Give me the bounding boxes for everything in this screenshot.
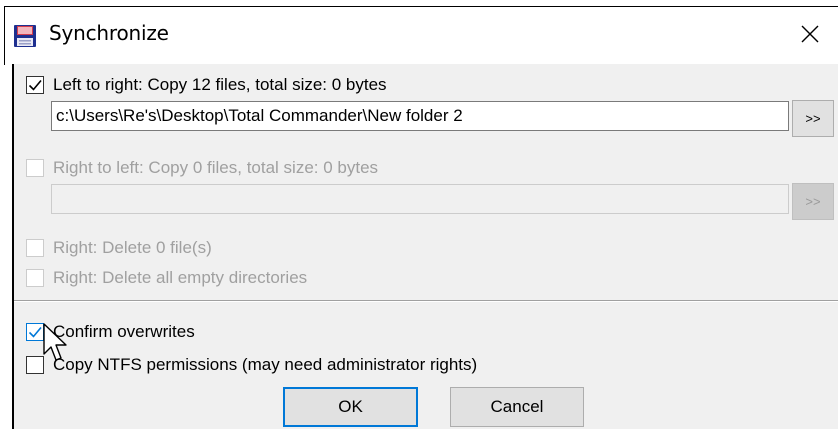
- cancel-button[interactable]: Cancel: [450, 387, 584, 427]
- window-title: Synchronize: [49, 21, 169, 45]
- floppy-disk-icon: [13, 24, 37, 48]
- right-delete-empty-dirs-checkbox[interactable]: [26, 269, 44, 287]
- confirm-overwrites-label[interactable]: Confirm overwrites: [53, 322, 195, 342]
- checkmark-icon: [28, 79, 42, 91]
- confirm-overwrites-checkbox[interactable]: [26, 323, 44, 341]
- right-to-left-checkbox[interactable]: [26, 159, 44, 177]
- left-to-right-path-field[interactable]: c:\Users\Re's\Desktop\Total Commander\Ne…: [51, 101, 789, 131]
- right-delete-files-label[interactable]: Right: Delete 0 file(s): [53, 238, 212, 258]
- checkmark-icon: [28, 326, 42, 338]
- ok-button[interactable]: OK: [283, 387, 418, 427]
- right-delete-empty-dirs-label[interactable]: Right: Delete all empty directories: [53, 268, 307, 288]
- close-button[interactable]: [795, 19, 825, 49]
- right-delete-files-checkbox[interactable]: [26, 239, 44, 257]
- synchronize-dialog: Synchronize Left to right: Copy 12 files…: [4, 6, 838, 429]
- close-icon: [801, 25, 819, 43]
- title-bar: Synchronize: [4, 6, 838, 65]
- copy-ntfs-permissions-checkbox[interactable]: [26, 356, 44, 374]
- left-to-right-browse-button[interactable]: >>: [792, 100, 834, 137]
- left-to-right-label[interactable]: Left to right: Copy 12 files, total size…: [53, 75, 387, 95]
- separator: [14, 300, 838, 302]
- copy-ntfs-permissions-label[interactable]: Copy NTFS permissions (may need administ…: [53, 355, 477, 375]
- right-to-left-path-field[interactable]: [51, 184, 789, 214]
- right-to-left-label[interactable]: Right to left: Copy 0 files, total size:…: [53, 158, 378, 178]
- dialog-client-area: Left to right: Copy 12 files, total size…: [12, 64, 838, 429]
- right-to-left-browse-button[interactable]: >>: [792, 183, 834, 220]
- left-to-right-checkbox[interactable]: [26, 76, 44, 94]
